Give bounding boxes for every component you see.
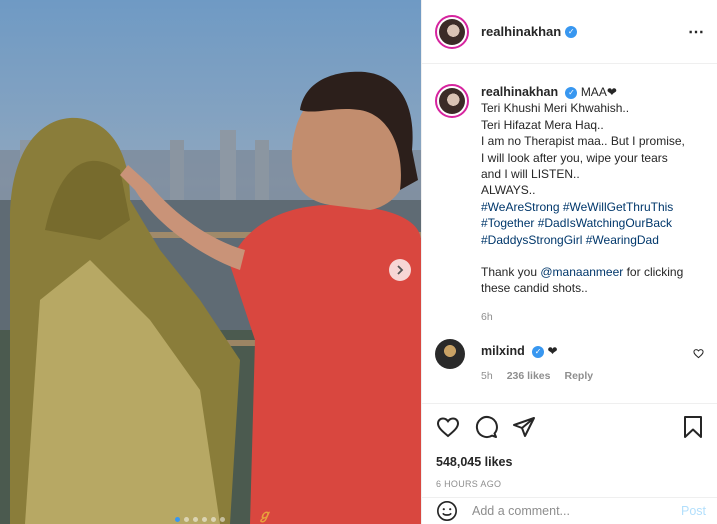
likes-count[interactable]: 548,045 likes (436, 455, 704, 469)
caption-body: realhinakhan ✓ MAA❤ Teri Khushi Meri Khw… (481, 84, 685, 325)
hashtag-link[interactable]: #DadIsWatchingOurBack (538, 216, 672, 230)
chevron-right-icon (397, 265, 404, 275)
add-comment-bar: Post (422, 497, 717, 524)
hashtag-line: #WeAreStrong #WeWillGetThruThis (481, 199, 685, 215)
comment-body: milxind ✓ ❤ 5h 236 likes Reply (481, 339, 593, 382)
comment-like-heart-icon[interactable] (693, 348, 704, 359)
post-photo[interactable]: ℊ (0, 0, 421, 524)
post-header: realhinakhan ✓ ⋯ (422, 0, 717, 64)
avatar[interactable] (435, 14, 469, 49)
carousel-dot (211, 517, 216, 522)
post-comment-button[interactable]: Post (681, 504, 706, 518)
caption-username[interactable]: realhinakhan (481, 85, 558, 99)
post-caption: realhinakhan ✓ MAA❤ Teri Khushi Meri Khw… (435, 84, 710, 325)
caption-line: Teri Hifazat Mera Haq.. (481, 117, 604, 132)
share-paper-plane-icon[interactable] (512, 415, 536, 439)
comment-username[interactable]: milxind (481, 344, 525, 358)
hashtag-link[interactable]: #DaddysStrongGirl (481, 233, 582, 247)
instagram-post: ℊ realhinakhan ✓ ⋯ realhinakhan ✓ MAA❤ T… (0, 0, 717, 524)
caption-line: I will look after you, wipe your tears (481, 150, 668, 165)
caption-avatar[interactable] (435, 84, 469, 118)
mention-link[interactable]: @manaanmeer (540, 265, 623, 279)
comment-line: milxind ✓ ❤ (481, 344, 593, 358)
post-actions: 548,045 likes 6 HOURS AGO (422, 403, 717, 489)
caption-line: I am no Therapist maa.. But I promise, (481, 134, 685, 149)
comment-avatar[interactable] (435, 339, 465, 369)
caption-line: these candid shots.. (481, 281, 588, 296)
more-options-icon[interactable]: ⋯ (688, 22, 705, 42)
next-photo-button[interactable] (389, 259, 411, 281)
comment-item: milxind ✓ ❤ 5h 236 likes Reply (435, 339, 710, 382)
thanks-suffix: for clicking (623, 265, 684, 280)
comment-reply-button[interactable]: Reply (564, 370, 593, 382)
action-icons (436, 414, 704, 440)
verified-badge-icon: ✓ (565, 86, 578, 99)
caption-line: and I will LISTEN.. (481, 167, 580, 182)
comment-likes[interactable]: 236 likes (507, 370, 551, 382)
watermark-logo: ℊ (258, 507, 272, 522)
post-side-panel: realhinakhan ✓ ⋯ realhinakhan ✓ MAA❤ Ter… (421, 0, 717, 524)
carousel-dot (184, 517, 189, 522)
photo-illustration (0, 0, 421, 524)
comment-text: ❤ (547, 344, 558, 358)
like-heart-icon[interactable] (436, 415, 460, 439)
caption-timestamp[interactable]: 6h (481, 309, 685, 325)
carousel-dot (175, 517, 180, 522)
verified-badge-icon: ✓ (565, 25, 578, 38)
comment-time[interactable]: 5h (481, 370, 493, 382)
hashtag-link[interactable]: #WeAreStrong (481, 200, 560, 214)
avatar-image (439, 18, 465, 45)
caption-title: MAA❤ (580, 85, 617, 99)
caption-line: Teri Khushi Meri Khwahish.. (481, 101, 630, 116)
caption-first-line: realhinakhan ✓ MAA❤ (481, 84, 685, 100)
carousel-dots (175, 517, 225, 522)
avatar-image (439, 88, 465, 114)
post-timestamp[interactable]: 6 HOURS AGO (436, 479, 704, 489)
caption-line: ALWAYS.. (481, 183, 536, 198)
hashtag-link[interactable]: #WeWillGetThruThis (563, 200, 673, 214)
emoji-smiley-icon[interactable] (436, 500, 458, 522)
caption-thanks-line: Thank you @manaanmeer for clicking (481, 264, 685, 280)
hashtag-line: #Together #DadIsWatchingOurBack (481, 215, 685, 231)
comment-meta: 5h 236 likes Reply (481, 370, 593, 382)
carousel-dot (220, 517, 225, 522)
thanks-prefix: Thank you (481, 265, 541, 280)
bookmark-icon[interactable] (682, 415, 704, 439)
carousel-dot (193, 517, 198, 522)
hashtag-link[interactable]: #Together (481, 216, 534, 230)
comment-bubble-icon[interactable] (474, 415, 498, 439)
add-comment-input[interactable] (472, 504, 681, 518)
verified-badge-icon: ✓ (532, 345, 545, 358)
carousel-dot (202, 517, 207, 522)
hashtag-link[interactable]: #WearingDad (586, 233, 659, 247)
hashtag-line: #DaddysStrongGirl #WearingDad (481, 232, 685, 248)
header-username[interactable]: realhinakhan (481, 24, 561, 39)
